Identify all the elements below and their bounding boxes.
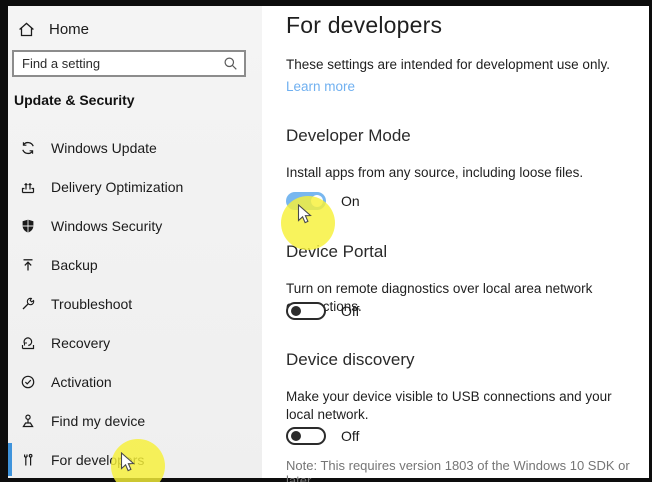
settings-window: Home Update & Security	[0, 0, 652, 482]
recovery-icon	[19, 335, 36, 351]
sidebar-item-windows-update[interactable]: Windows Update	[8, 128, 262, 167]
sidebar: Home Update & Security	[8, 6, 262, 478]
sidebar-item-delivery-optimization[interactable]: Delivery Optimization	[8, 167, 262, 206]
device-portal-toggle-label: Off	[341, 303, 359, 319]
search-icon[interactable]	[223, 56, 238, 71]
shield-icon	[19, 218, 36, 234]
learn-more-link[interactable]: Learn more	[286, 79, 355, 94]
sidebar-section-title: Update & Security	[14, 92, 135, 108]
sync-icon	[19, 140, 36, 156]
sidebar-item-activation[interactable]: Activation	[8, 362, 262, 401]
sdk-note: Note: This requires version 1803 of the …	[286, 458, 649, 482]
sidebar-item-recovery[interactable]: Recovery	[8, 323, 262, 362]
search-input[interactable]	[14, 52, 244, 75]
sidebar-item-troubleshoot[interactable]: Troubleshoot	[8, 284, 262, 323]
selected-accent-bar	[8, 443, 12, 476]
checkmark-circle-icon	[19, 374, 36, 390]
device-discovery-toggle-label: Off	[341, 428, 359, 444]
backup-arrow-icon	[19, 257, 36, 273]
device-portal-toggle[interactable]	[286, 302, 326, 320]
sidebar-item-label: Windows Security	[51, 218, 162, 234]
device-discovery-toggle-row: Off	[286, 427, 359, 445]
page-title: For developers	[286, 12, 442, 39]
mouse-cursor-icon	[297, 204, 313, 226]
sidebar-item-find-my-device[interactable]: Find my device	[8, 401, 262, 440]
developer-mode-heading: Developer Mode	[286, 126, 411, 146]
toggle-knob	[291, 431, 301, 441]
sidebar-item-windows-security[interactable]: Windows Security	[8, 206, 262, 245]
mouse-cursor-icon	[120, 452, 136, 474]
device-discovery-toggle[interactable]	[286, 427, 326, 445]
developer-mode-toggle-label: On	[341, 193, 360, 209]
sidebar-item-label: Find my device	[51, 413, 145, 429]
device-discovery-description: Make your device visible to USB connecti…	[286, 388, 631, 424]
page-subtitle: These settings are intended for developm…	[286, 57, 610, 72]
sidebar-item-label: Recovery	[51, 335, 110, 351]
sidebar-item-label: Troubleshoot	[51, 296, 132, 312]
sidebar-item-label: Windows Update	[51, 140, 157, 156]
sidebar-item-label: Delivery Optimization	[51, 179, 183, 195]
toggle-knob	[291, 306, 301, 316]
sidebar-nav: Windows Update Delivery Optimization	[8, 128, 262, 479]
device-portal-toggle-row: Off	[286, 302, 359, 320]
developer-tools-icon	[19, 452, 36, 468]
sidebar-item-label: Activation	[51, 374, 112, 390]
sidebar-item-label: Backup	[51, 257, 98, 273]
home-label: Home	[49, 21, 89, 38]
developer-mode-description: Install apps from any source, including …	[286, 164, 583, 182]
location-pin-icon	[19, 413, 36, 429]
delivery-icon	[19, 179, 36, 195]
sidebar-item-home[interactable]: Home	[18, 16, 89, 42]
search-box	[12, 50, 246, 77]
wrench-icon	[19, 296, 36, 312]
home-icon	[18, 21, 35, 38]
device-discovery-heading: Device discovery	[286, 350, 415, 370]
sidebar-item-backup[interactable]: Backup	[8, 245, 262, 284]
